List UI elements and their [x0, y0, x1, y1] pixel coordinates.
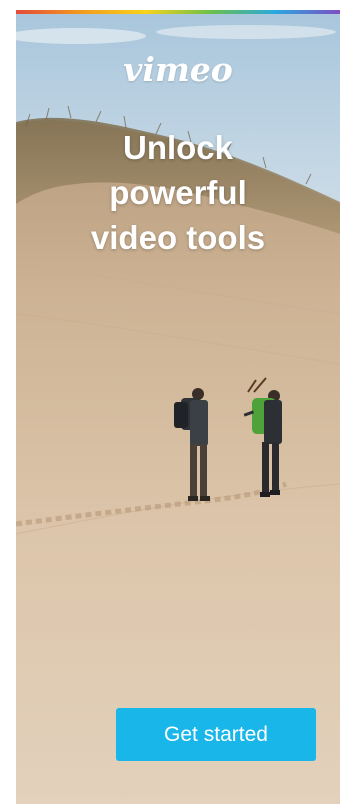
headline-line-3: video tools — [90, 219, 266, 256]
headline-line-1: Unlock — [122, 129, 234, 166]
vimeo-logo: vimeo — [123, 50, 233, 89]
ad-headline: Unlock powerful video tools — [16, 125, 340, 260]
get-started-button[interactable]: Get started — [116, 708, 316, 761]
vimeo-banner-ad[interactable]: vimeo Unlock powerful video tools Get st… — [16, 10, 340, 804]
headline-line-2: powerful — [109, 174, 247, 211]
